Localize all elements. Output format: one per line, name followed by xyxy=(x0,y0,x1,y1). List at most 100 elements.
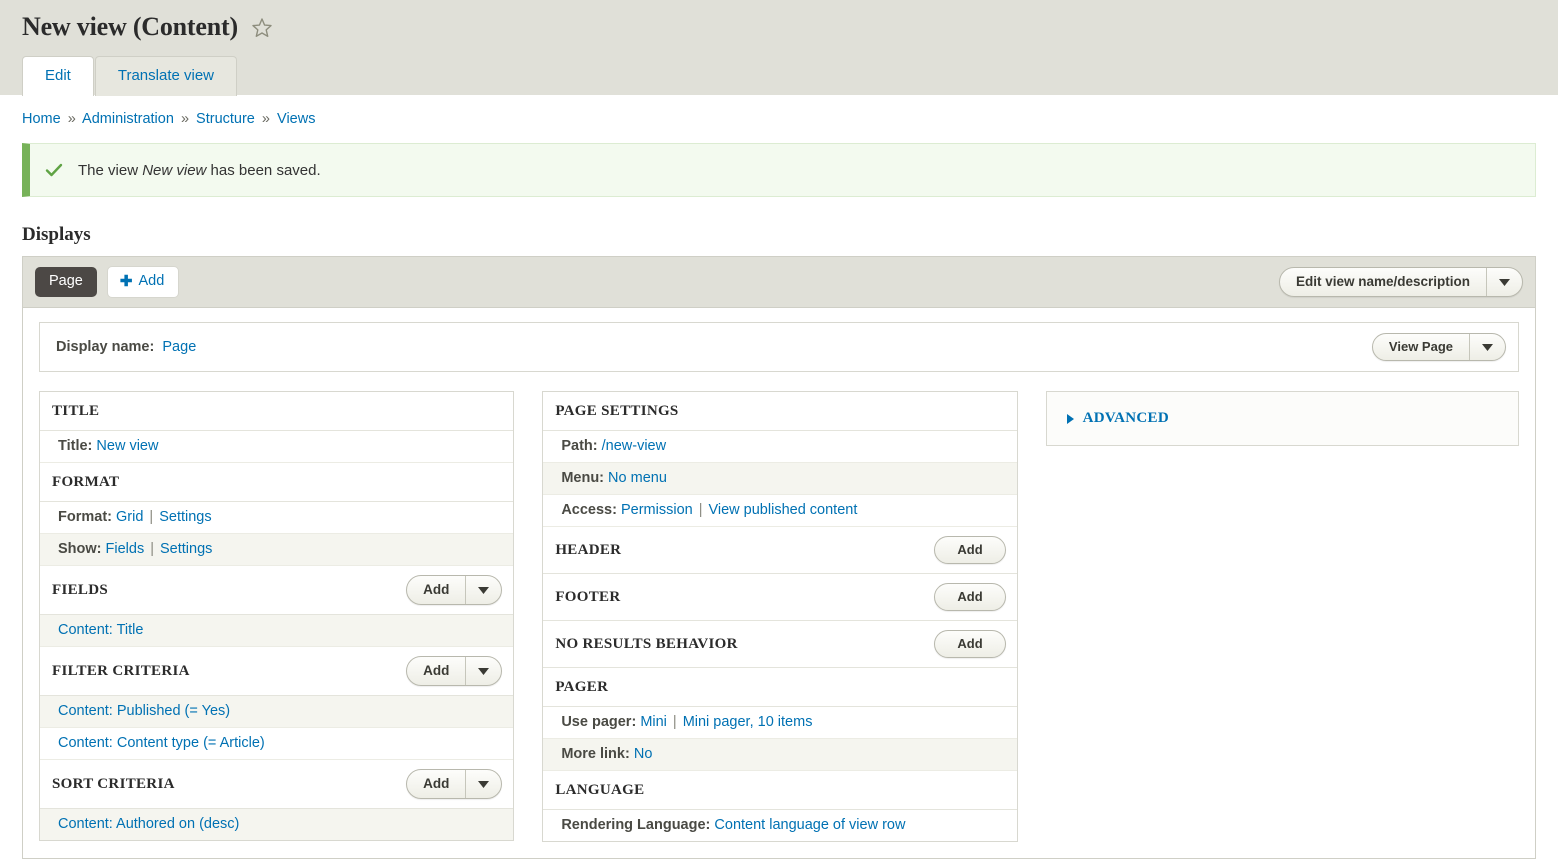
edit-view-name-description-button[interactable]: Edit view name/description xyxy=(1280,268,1486,296)
displays-heading: Displays xyxy=(22,224,91,245)
bucket-row-access: Access: Permission | View published conten… xyxy=(543,495,1017,528)
row-link-content-title[interactable]: Content: Title xyxy=(58,622,143,638)
display-tab-page[interactable]: Page xyxy=(35,267,97,298)
row-separator: | xyxy=(149,509,154,526)
checkmark-icon xyxy=(44,160,64,180)
bucket-title-header: HEADER xyxy=(555,541,622,558)
plus-icon: ✚ xyxy=(119,273,133,291)
row-link-new-view[interactable]: New view xyxy=(96,438,158,454)
page-title: New view (Content) xyxy=(22,12,238,41)
bucket-row-content-published-yes: Content: Published (= Yes) xyxy=(40,696,514,729)
row-link-settings[interactable]: Settings xyxy=(160,541,212,557)
bucket-header-header: HEADER Add xyxy=(543,527,1017,575)
chevron-down-icon[interactable] xyxy=(1486,268,1522,297)
bucket-header-fields: FIELDS Add xyxy=(40,566,514,616)
row-link-view-published-content[interactable]: View published content xyxy=(708,502,857,518)
bucket-header-format: FORMAT xyxy=(40,463,514,503)
chevron-down-icon[interactable] xyxy=(465,576,501,605)
bucket-header-no-results-behavior: NO RESULTS BEHAVIOR Add xyxy=(543,621,1017,669)
display-body: Display name: Page View Page TITLE Title:… xyxy=(23,308,1535,858)
row-link-mini[interactable]: Mini xyxy=(640,714,667,730)
bucket-row-show: Show: Fields | Settings xyxy=(40,534,514,567)
add-button-fields[interactable]: Add xyxy=(407,576,465,604)
row-link-no[interactable]: No xyxy=(634,746,653,762)
breadcrumb-item-administration[interactable]: Administration xyxy=(82,111,174,127)
row-label: Path: xyxy=(561,438,598,455)
add-button-footer[interactable]: Add xyxy=(934,583,1006,612)
add-dropbutton-filter-criteria[interactable]: Add xyxy=(406,656,503,687)
bucket-title-pager: PAGER xyxy=(555,678,609,695)
column-three: ADVANCED xyxy=(1045,391,1519,447)
bucket-title-footer: FOOTER xyxy=(555,588,621,605)
page-title-row: New view (Content) xyxy=(0,0,1558,52)
bucket-row-more-link: More link: No xyxy=(543,739,1017,772)
add-display-button[interactable]: ✚ Add xyxy=(106,266,180,299)
bucket-header-pager: PAGER xyxy=(543,668,1017,708)
advanced-panel[interactable]: ADVANCED xyxy=(1045,391,1519,447)
display-name-label: Display name: xyxy=(56,339,155,356)
status-prefix: The view xyxy=(78,161,143,179)
row-link-content-authored-on-desc[interactable]: Content: Authored on (desc) xyxy=(58,816,239,832)
row-link-content-published-yes[interactable]: Content: Published (= Yes) xyxy=(58,703,230,719)
row-separator: | xyxy=(672,714,677,731)
chevron-down-icon[interactable] xyxy=(465,770,501,799)
bucket-header-language: LANGUAGE xyxy=(543,771,1017,811)
tab-edit-label: Edit xyxy=(45,67,71,84)
add-dropbutton-fields[interactable]: Add xyxy=(406,575,503,606)
chevron-down-icon[interactable] xyxy=(465,657,501,686)
display-name-group: Display name: Page xyxy=(56,339,196,355)
displays-toolbar: Page ✚ Add Edit view name/description xyxy=(23,257,1535,309)
row-link-grid[interactable]: Grid xyxy=(116,509,143,525)
advanced-label-text: ADVANCED xyxy=(1082,410,1169,427)
tab-translate-view[interactable]: Translate view xyxy=(94,56,238,96)
add-dropbutton-sort-criteria[interactable]: Add xyxy=(406,769,503,800)
advanced-toggle[interactable]: ADVANCED xyxy=(1066,410,1169,427)
row-link-mini-pager-10-items[interactable]: Mini pager, 10 items xyxy=(683,714,813,730)
row-link-settings[interactable]: Settings xyxy=(159,509,211,525)
breadcrumb-item-views[interactable]: Views xyxy=(277,111,315,127)
views-ui-columns: TITLE Title: New view FORMAT Format: Grid | S… xyxy=(39,391,1519,843)
chevron-down-icon[interactable] xyxy=(1469,334,1505,361)
edit-view-name-description-dropbutton[interactable]: Edit view name/description xyxy=(1278,267,1523,298)
row-link-content-content-type-article[interactable]: Content: Content type (= Article) xyxy=(58,735,265,751)
add-button-sort-criteria[interactable]: Add xyxy=(407,770,465,798)
breadcrumb-item-home[interactable]: Home xyxy=(22,111,61,127)
bucket-row-rendering-language: Rendering Language: Content language of … xyxy=(543,810,1017,842)
tab-edit[interactable]: Edit xyxy=(22,56,94,96)
row-label: Rendering Language: xyxy=(561,817,711,834)
add-button-filter-criteria[interactable]: Add xyxy=(407,657,465,685)
add-display-label: Add xyxy=(138,273,165,289)
bucket-header-page-settings: PAGE SETTINGS xyxy=(543,392,1017,432)
bucket-title-sort-criteria: SORT CRITERIA xyxy=(52,775,175,792)
display-name-value-link[interactable]: Page xyxy=(162,339,196,355)
row-link-permission[interactable]: Permission xyxy=(621,502,693,518)
display-tab-list: Page ✚ Add xyxy=(35,266,180,299)
star-outline-icon[interactable] xyxy=(250,16,274,40)
add-button-header[interactable]: Add xyxy=(934,536,1006,565)
bucket-title-title: TITLE xyxy=(52,402,100,419)
bucket-title-no-results-behavior: NO RESULTS BEHAVIOR xyxy=(555,635,738,652)
bucket-header-filter-criteria: FILTER CRITERIA Add xyxy=(40,647,514,697)
row-link-new-view[interactable]: /new-view xyxy=(602,438,666,454)
bucket-header-title: TITLE xyxy=(40,392,514,432)
main-content: Home » Administration » Structure » View… xyxy=(0,95,1558,859)
bucket-header-sort-criteria: SORT CRITERIA Add xyxy=(40,760,514,810)
status-message-text: The view New view has been saved. xyxy=(78,162,321,179)
status-message: The view New view has been saved. xyxy=(22,143,1536,197)
row-link-no-menu[interactable]: No menu xyxy=(608,470,667,486)
displays-box: Page ✚ Add Edit view name/description Di… xyxy=(22,256,1536,859)
row-link-content-language-of-view-row[interactable]: Content language of view row xyxy=(714,817,905,833)
column-one: TITLE Title: New view FORMAT Format: Grid | S… xyxy=(39,391,515,842)
triangle-right-icon xyxy=(1066,413,1074,424)
status-suffix: has been saved. xyxy=(206,161,321,179)
breadcrumb-item-structure[interactable]: Structure xyxy=(196,111,255,127)
bucket-title-filter-criteria: FILTER CRITERIA xyxy=(52,662,190,679)
bucket-row-menu: Menu: No menu xyxy=(543,463,1017,496)
row-link-fields[interactable]: Fields xyxy=(106,541,145,557)
row-separator: | xyxy=(150,541,154,558)
display-name-bar: Display name: Page View Page xyxy=(39,322,1519,373)
view-page-button[interactable]: View Page xyxy=(1373,334,1469,360)
view-page-dropbutton[interactable]: View Page xyxy=(1371,333,1506,362)
row-label: Format: xyxy=(58,509,112,526)
add-button-no-results-behavior[interactable]: Add xyxy=(934,630,1006,659)
